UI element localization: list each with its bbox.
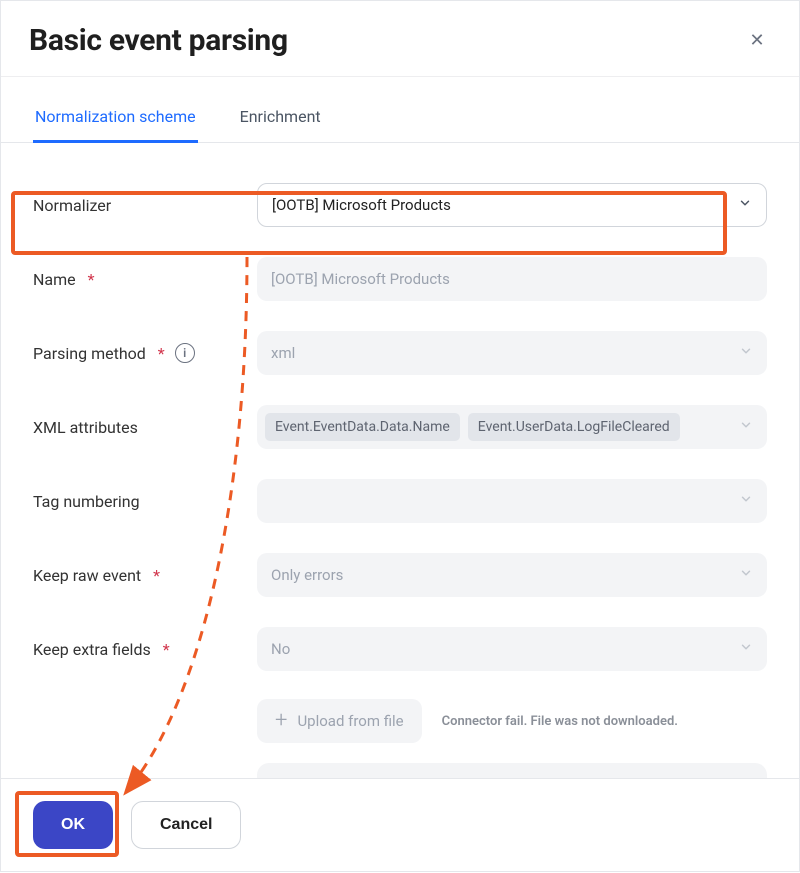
- label-xml-attributes: XML attributes: [33, 418, 257, 437]
- row-parsing-method: Parsing method* i xml: [33, 331, 767, 375]
- keep-raw-value: Only errors: [271, 566, 343, 584]
- parsing-method-value: xml: [271, 344, 295, 362]
- tab-enrichment[interactable]: Enrichment: [238, 107, 323, 142]
- row-keep-extra: Keep extra fields* No: [33, 627, 767, 671]
- xml-attr-chip: Event.UserData.LogFileCleared: [468, 413, 680, 441]
- label-keep-raw: Keep raw event*: [33, 566, 257, 585]
- xml-attributes-field: Event.EventData.Data.Name Event.UserData…: [257, 405, 767, 449]
- keep-extra-select: No: [257, 627, 767, 671]
- label-keep-extra: Keep extra fields*: [33, 640, 257, 659]
- upload-status-message: Connector fail. File was not downloaded.: [442, 714, 678, 729]
- chevron-down-icon: [738, 196, 752, 214]
- row-normalizer: Normalizer [OOTB] Microsoft Products: [33, 183, 767, 227]
- parsing-method-select: xml: [257, 331, 767, 375]
- keep-raw-select: Only errors: [257, 553, 767, 597]
- chevron-down-icon: [739, 492, 753, 510]
- close-icon: ✕: [749, 30, 764, 51]
- plus-icon: +: [275, 710, 287, 732]
- dialog-title: Basic event parsing: [29, 23, 288, 58]
- xml-attr-chip: Event.EventData.Data.Name: [265, 413, 460, 441]
- tabs: Normalization scheme Enrichment: [1, 77, 799, 143]
- row-xml-attributes: XML attributes Event.EventData.Data.Name…: [33, 405, 767, 449]
- tab-normalization-scheme[interactable]: Normalization scheme: [33, 107, 198, 143]
- cancel-button[interactable]: Cancel: [131, 801, 241, 849]
- info-icon[interactable]: i: [175, 343, 195, 363]
- dialog-footer: OK Cancel: [1, 778, 799, 871]
- label-normalizer: Normalizer: [33, 196, 257, 215]
- tag-numbering-select: [257, 479, 767, 523]
- row-keep-raw: Keep raw event* Only errors: [33, 553, 767, 597]
- chevron-down-icon: [739, 418, 753, 436]
- label-parsing-method: Parsing method* i: [33, 343, 257, 363]
- upload-from-file-button: + Upload from file: [257, 699, 422, 743]
- normalizer-select[interactable]: [OOTB] Microsoft Products: [257, 183, 767, 227]
- label-tag-numbering: Tag numbering: [33, 492, 257, 511]
- row-tag-numbering: Tag numbering: [33, 479, 767, 523]
- name-input[interactable]: [OOTB] Microsoft Products: [257, 257, 767, 301]
- chevron-down-icon: [739, 640, 753, 658]
- ok-button[interactable]: OK: [33, 801, 113, 849]
- chevron-down-icon: [739, 566, 753, 584]
- upload-button-label: Upload from file: [297, 712, 403, 730]
- row-upload: + Upload from file Connector fail. File …: [257, 699, 767, 743]
- keep-extra-value: No: [271, 640, 290, 658]
- name-placeholder: [OOTB] Microsoft Products: [271, 270, 450, 288]
- form-area: Normalizer [OOTB] Microsoft Products Nam…: [1, 143, 799, 865]
- chevron-down-icon: [739, 344, 753, 362]
- normalizer-value: [OOTB] Microsoft Products: [272, 196, 451, 214]
- label-name: Name*: [33, 270, 257, 289]
- close-button[interactable]: ✕: [743, 27, 771, 55]
- dialog-header: Basic event parsing ✕: [1, 1, 799, 77]
- row-name: Name* [OOTB] Microsoft Products: [33, 257, 767, 301]
